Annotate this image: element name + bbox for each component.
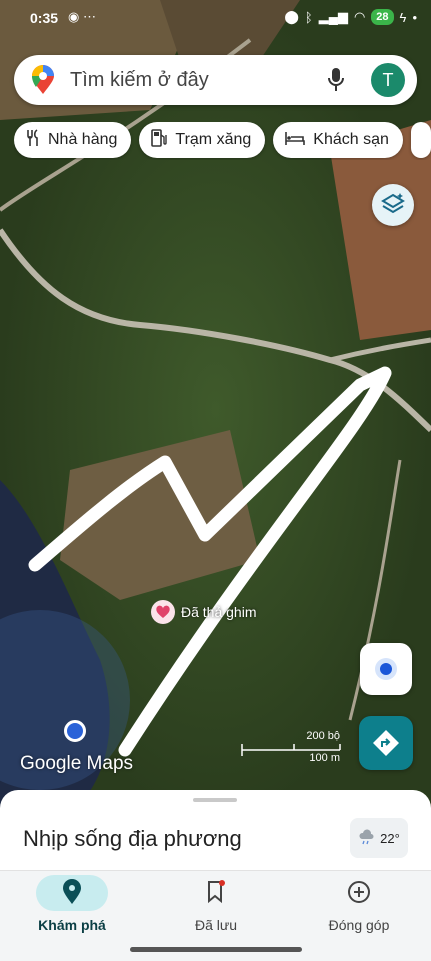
maps-pin-icon	[30, 65, 56, 100]
fork-knife-icon	[26, 128, 40, 152]
wifi-icon: ◠	[353, 9, 366, 24]
nav-label: Khám phá	[38, 917, 106, 933]
chip-label: Nhà hàng	[48, 131, 118, 148]
layers-icon	[381, 193, 405, 214]
search-input[interactable]: Tìm kiếm ở đây	[70, 69, 209, 92]
notification-icons: ◉ ⋯	[68, 9, 96, 24]
status-time: 0:35	[30, 10, 59, 26]
battery-badge: 28	[371, 9, 394, 25]
dropped-pin-marker[interactable]: Đã thả ghim	[151, 600, 256, 624]
microphone-icon[interactable]	[327, 67, 345, 98]
status-bar: 0:35 ◉ ⋯ ⬤ ᛒ ▂▄▆ ◠ 28 ϟ •	[0, 0, 431, 36]
sheet-title: Nhịp sống địa phương	[23, 826, 242, 851]
nav-label: Đã lưu	[194, 917, 238, 933]
gas-station-icon	[151, 128, 168, 152]
explore-pin-icon	[0, 879, 144, 907]
my-location-dot	[64, 720, 86, 742]
map-scale: 200 bộ 100 m	[240, 728, 344, 768]
plus-circle-icon	[287, 879, 431, 907]
gesture-bar[interactable]	[130, 947, 302, 952]
dot-icon: •	[412, 9, 417, 25]
chip-restaurants[interactable]: Nhà hàng	[14, 122, 132, 158]
search-bar[interactable]: Tìm kiếm ở đây T	[14, 55, 417, 105]
status-right-icons: ⬤ ᛒ ▂▄▆ ◠ 28 ϟ •	[284, 9, 417, 25]
temperature: 22°	[380, 830, 400, 846]
bluetooth-icon: ᛒ	[304, 9, 313, 25]
directions-button[interactable]	[359, 716, 413, 770]
category-chips: Nhà hàng Trạm xăng Khách sạn	[14, 122, 431, 160]
chip-label: Khách sạn	[313, 131, 389, 148]
location-status-icon: ⬤	[284, 9, 299, 24]
google-maps-logo: Google Maps	[20, 753, 134, 774]
charging-icon: ϟ	[399, 9, 407, 25]
cloud-rain-icon	[358, 828, 376, 848]
chip-hotels[interactable]: Khách sạn	[273, 122, 403, 158]
sheet-drag-handle[interactable]	[193, 798, 237, 802]
chip-more[interactable]	[410, 122, 431, 158]
nav-contribute[interactable]: Đóng góp	[287, 871, 431, 961]
chip-label: Trạm xăng	[175, 131, 252, 148]
bottom-navigation: Khám phá Đã lưu Đóng góp	[0, 870, 431, 961]
directions-icon	[373, 730, 399, 756]
layers-button[interactable]	[372, 184, 414, 226]
dropped-pin-label: Đã thả ghim	[181, 604, 257, 620]
scale-meters: 100 m	[309, 752, 340, 764]
bed-icon	[285, 130, 306, 151]
nav-label: Đóng góp	[328, 917, 390, 933]
weather-chip[interactable]: 22°	[350, 818, 408, 858]
crosshair-icon	[375, 658, 397, 680]
my-location-button[interactable]	[360, 643, 412, 695]
avatar[interactable]: T	[371, 63, 405, 97]
signal-icon: ▂▄▆	[318, 9, 348, 24]
heart-icon	[151, 600, 175, 624]
nav-explore[interactable]: Khám phá	[0, 871, 144, 961]
chip-gas-stations[interactable]: Trạm xăng	[139, 122, 266, 158]
bookmark-icon	[144, 879, 288, 907]
